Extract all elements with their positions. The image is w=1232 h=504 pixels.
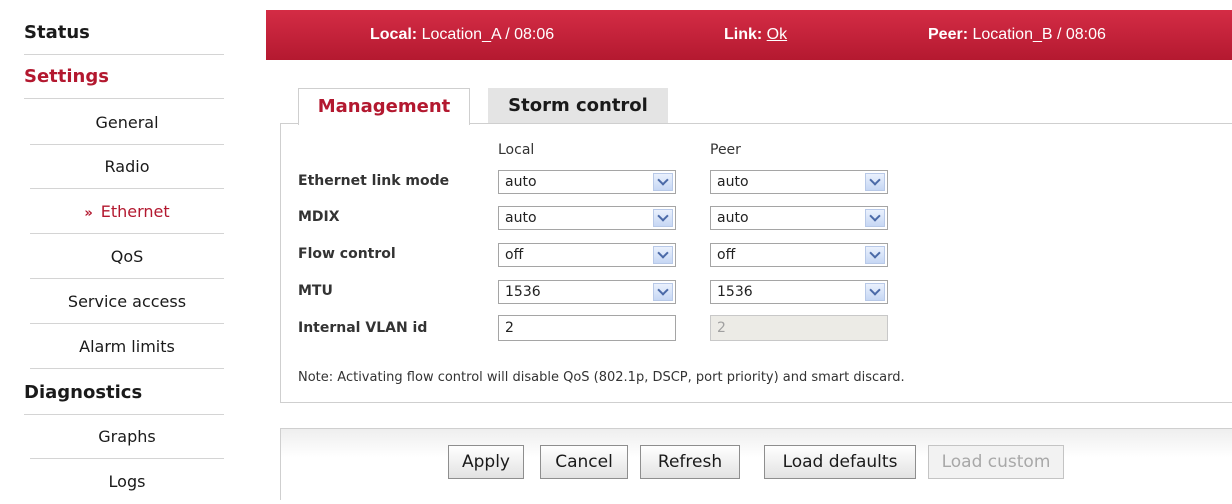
status-bar: Local: Location_A / 08:06 Link: Ok Peer:… xyxy=(266,10,1232,60)
chevron-down-icon xyxy=(653,246,673,264)
row-label-internal-vlan-id: Internal VLAN id xyxy=(298,320,428,336)
ethernet-link-mode-peer-select[interactable]: auto xyxy=(710,170,888,194)
link-status-link[interactable]: Ok xyxy=(767,26,787,43)
sidebar-item-graphs[interactable]: Graphs xyxy=(30,415,224,459)
internal-vlan-id-local-input[interactable] xyxy=(498,315,676,341)
chevron-down-icon xyxy=(865,283,885,301)
flow-control-note: Note: Activating flow control will disab… xyxy=(298,370,905,385)
select-value: 1536 xyxy=(717,284,753,300)
sidebar-item-diagnostics[interactable]: Diagnostics xyxy=(24,371,224,415)
select-value: 1536 xyxy=(505,284,541,300)
chevron-down-icon xyxy=(653,173,673,191)
sidebar: Status Settings General Radio » Ethernet … xyxy=(0,0,240,500)
chevron-down-icon xyxy=(865,246,885,264)
tab-management[interactable]: Management xyxy=(298,88,470,125)
column-header-local: Local xyxy=(498,142,535,158)
peer-value: Location_B / 08:06 xyxy=(972,26,1106,43)
row-label-mtu: MTU xyxy=(298,283,333,299)
column-header-peer: Peer xyxy=(710,142,741,158)
select-value: auto xyxy=(717,210,749,226)
cancel-button[interactable]: Cancel xyxy=(540,445,628,479)
row-label-ethernet-link-mode: Ethernet link mode xyxy=(298,173,450,189)
select-value: off xyxy=(717,247,736,263)
select-value: auto xyxy=(505,210,537,226)
tab-storm-control[interactable]: Storm control xyxy=(488,88,668,124)
select-value: auto xyxy=(717,174,749,190)
select-value: auto xyxy=(505,174,537,190)
sidebar-item-settings[interactable]: Settings xyxy=(24,55,224,99)
sidebar-item-service-access[interactable]: Service access xyxy=(30,280,224,324)
row-label-mdix: MDIX xyxy=(298,209,340,225)
flow-control-peer-select[interactable]: off xyxy=(710,243,888,267)
chevron-down-icon xyxy=(865,173,885,191)
chevron-down-icon xyxy=(653,209,673,227)
sidebar-item-status[interactable]: Status xyxy=(24,11,224,55)
active-arrow-icon: » xyxy=(84,206,93,221)
load-defaults-button[interactable]: Load defaults xyxy=(764,445,916,479)
mdix-local-select[interactable]: auto xyxy=(498,206,676,230)
ethernet-link-mode-local-select[interactable]: auto xyxy=(498,170,676,194)
flow-control-local-select[interactable]: off xyxy=(498,243,676,267)
button-bar xyxy=(280,428,1232,500)
sidebar-item-alarm-limits[interactable]: Alarm limits xyxy=(30,325,224,369)
sidebar-item-radio[interactable]: Radio xyxy=(30,145,224,189)
peer-status: Peer: Location_B / 08:06 xyxy=(928,10,1106,60)
chevron-down-icon xyxy=(865,209,885,227)
refresh-button[interactable]: Refresh xyxy=(640,445,740,479)
load-custom-button: Load custom xyxy=(928,445,1064,479)
mtu-local-select[interactable]: 1536 xyxy=(498,280,676,304)
link-status: Link: Ok xyxy=(724,10,787,60)
sidebar-item-logs[interactable]: Logs xyxy=(30,460,224,504)
mdix-peer-select[interactable]: auto xyxy=(710,206,888,230)
link-label: Link: xyxy=(724,26,763,43)
local-value: Location_A / 08:06 xyxy=(421,26,555,43)
row-label-flow-control: Flow control xyxy=(298,246,396,262)
internal-vlan-id-peer-input xyxy=(710,315,888,341)
peer-label: Peer: xyxy=(928,26,969,43)
chevron-down-icon xyxy=(653,283,673,301)
mtu-peer-select[interactable]: 1536 xyxy=(710,280,888,304)
select-value: off xyxy=(505,247,524,263)
local-label: Local: xyxy=(370,26,418,43)
sidebar-item-ethernet[interactable]: » Ethernet xyxy=(30,190,224,234)
sidebar-item-qos[interactable]: QoS xyxy=(30,235,224,279)
apply-button[interactable]: Apply xyxy=(448,445,524,479)
sidebar-item-general[interactable]: General xyxy=(30,101,224,145)
local-status: Local: Location_A / 08:06 xyxy=(370,10,554,60)
sidebar-item-label: Ethernet xyxy=(100,202,170,221)
